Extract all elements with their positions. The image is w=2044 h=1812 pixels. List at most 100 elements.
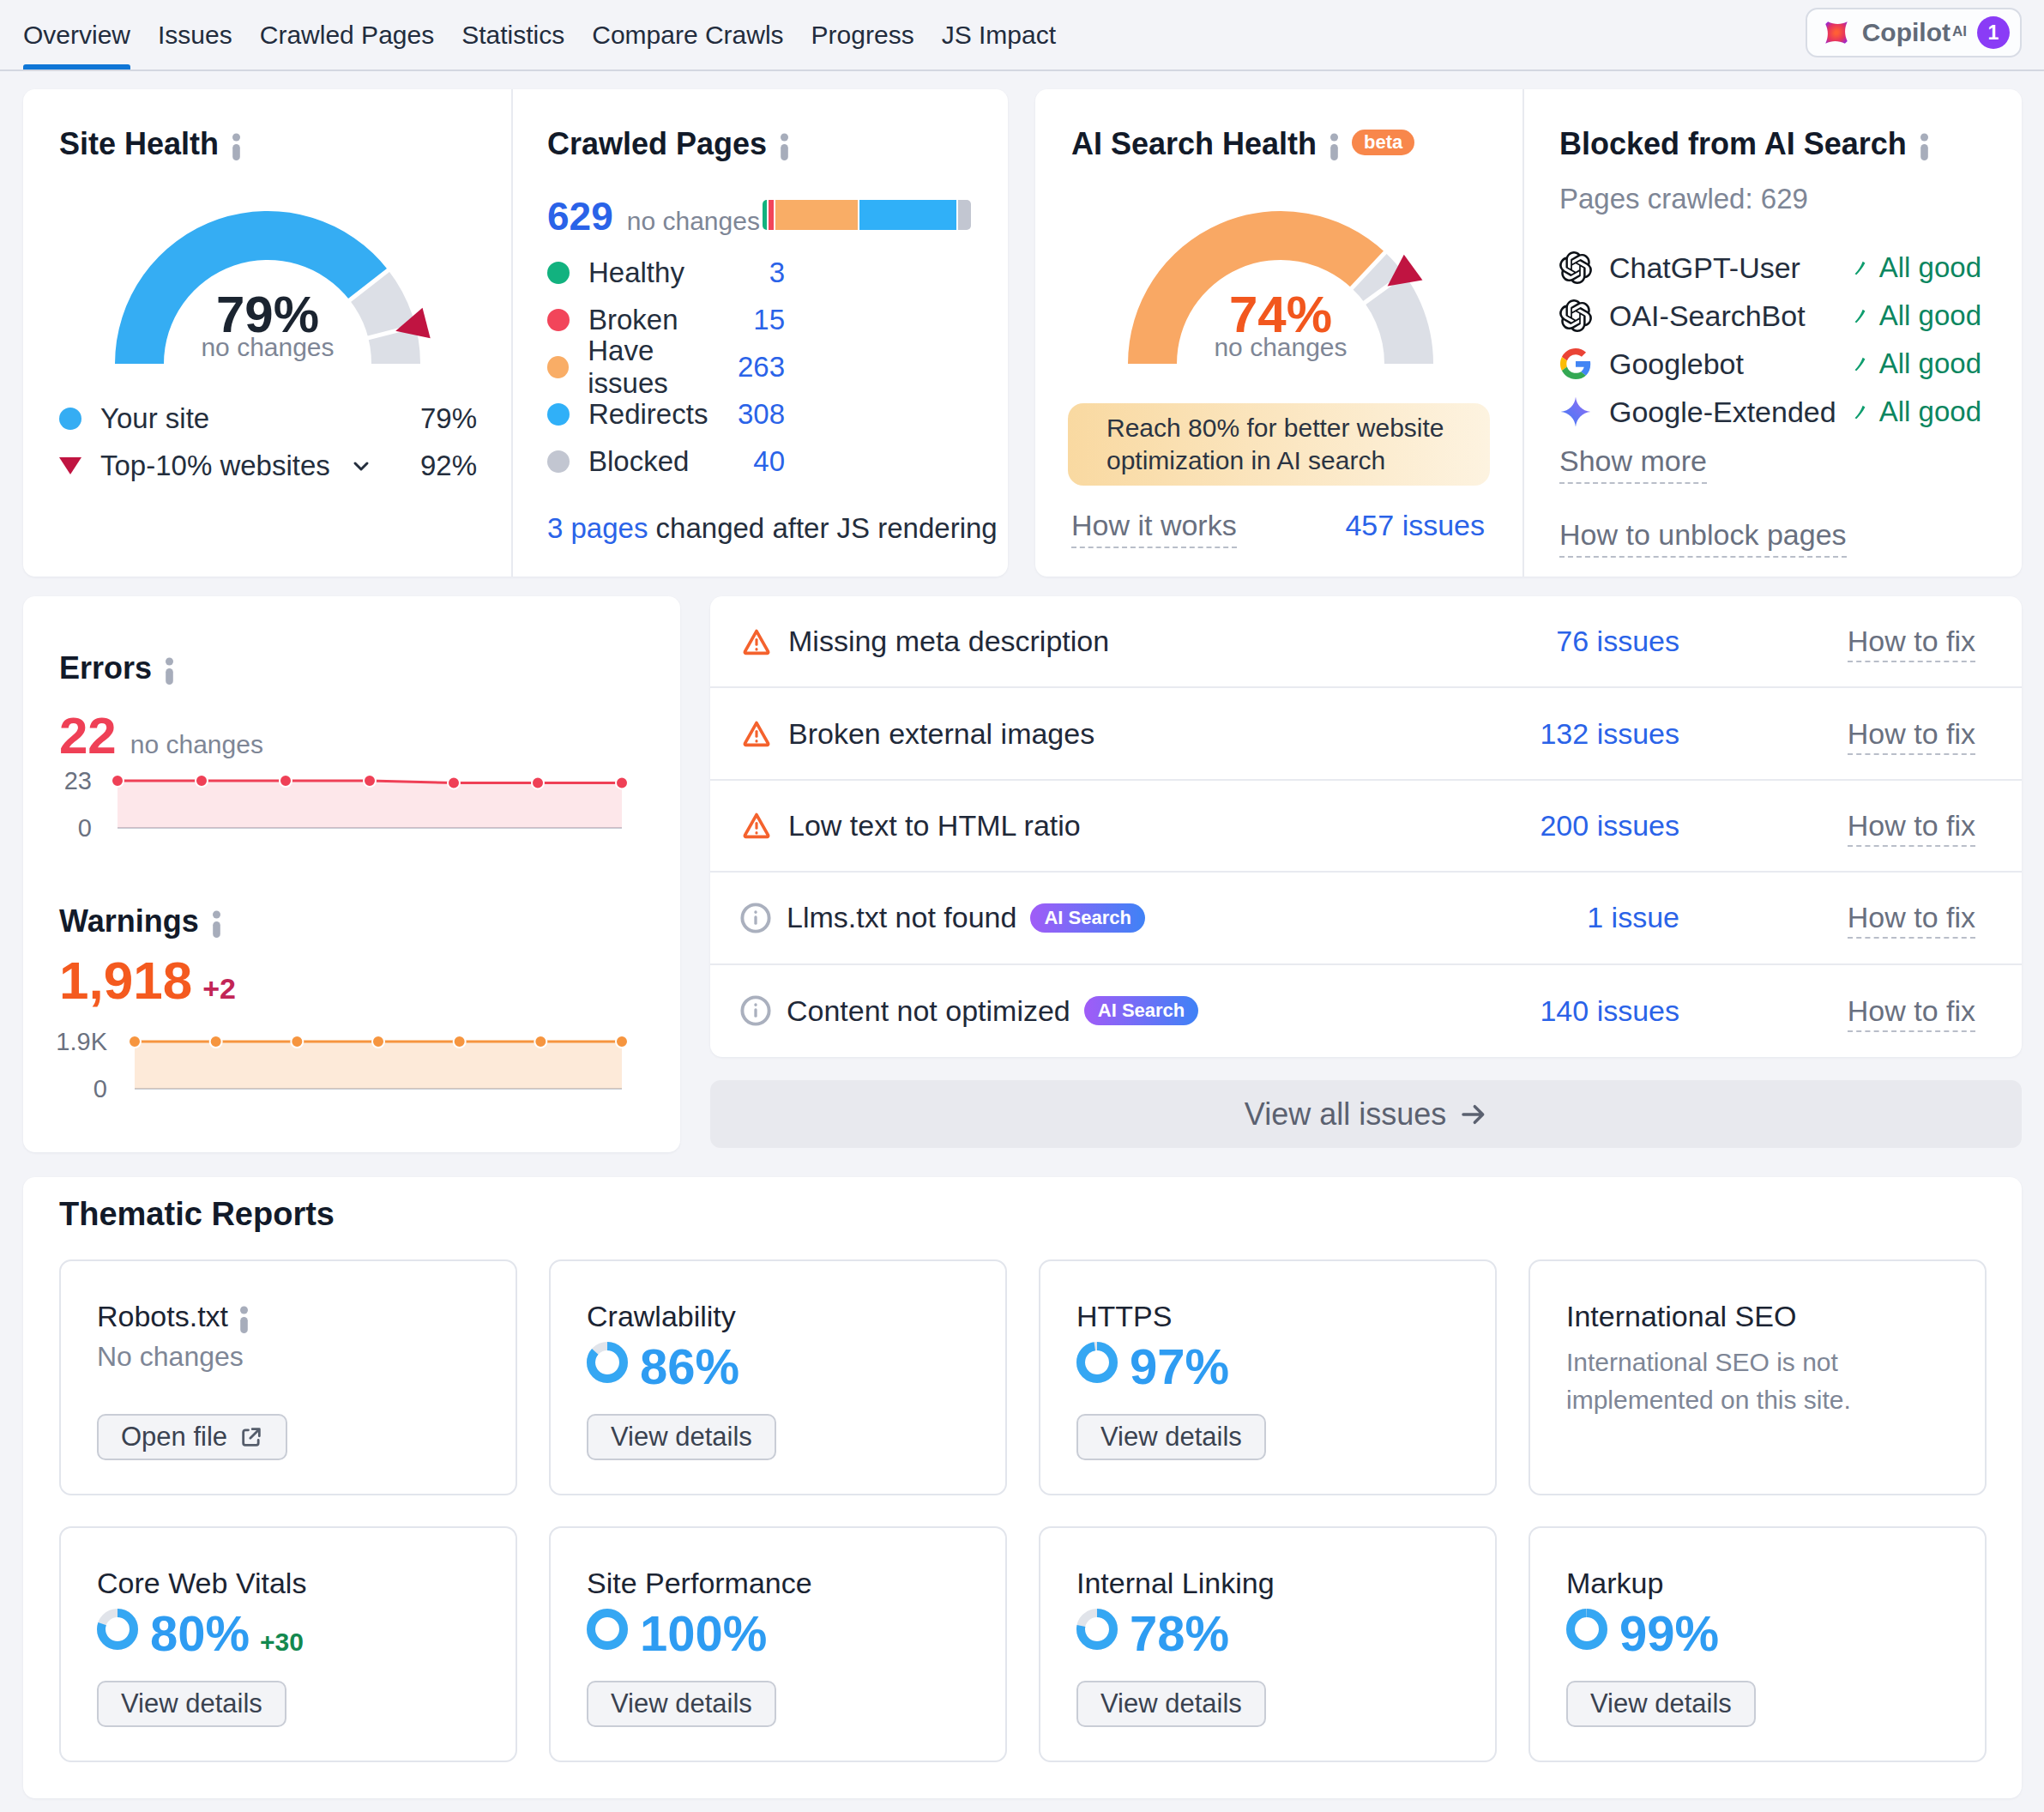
- thematic-reports-card: Thematic Reports Robots.txt No changes O…: [23, 1177, 2022, 1798]
- errors-info-icon[interactable]: [164, 657, 175, 683]
- bot-row-chatgpt-user: ChatGPT-User All good: [1559, 249, 1981, 287]
- tab-crawled-pages[interactable]: Crawled Pages: [260, 0, 434, 69]
- how-to-fix-link[interactable]: How to fix: [1848, 625, 1975, 662]
- blocked-info-icon[interactable]: [1919, 133, 1930, 159]
- report-percent: 86%: [640, 1338, 739, 1395]
- top10-marker-icon: [59, 457, 81, 474]
- open-file-button[interactable]: Open file: [97, 1414, 287, 1460]
- tab-statistics[interactable]: Statistics: [461, 0, 564, 69]
- ai-search-health-title: AI Search Health: [1071, 126, 1317, 162]
- how-to-fix-link[interactable]: How to fix: [1848, 809, 1975, 847]
- copilot-label: CopilotAI: [1862, 18, 1967, 47]
- report-international-seo: International SEO International SEO is n…: [1528, 1259, 1987, 1495]
- how-to-fix-link[interactable]: How to fix: [1848, 994, 1975, 1032]
- bot-status: All good: [1850, 299, 1981, 332]
- crawled-row-blocked: Blocked40: [547, 443, 785, 480]
- intl-seo-note: International SEO is not implemented on …: [1566, 1344, 1952, 1419]
- issue-row[interactable]: Llms.txt not found AI Search 1 issue How…: [710, 873, 2022, 964]
- how-to-fix-link[interactable]: How to fix: [1848, 717, 1975, 755]
- ai-search-card: AI Search Healthbeta 74% no changes Reac…: [1035, 89, 2022, 577]
- issue-count-link[interactable]: 132 issues: [1540, 717, 1679, 751]
- tab-progress[interactable]: Progress: [811, 0, 914, 69]
- unblock-link[interactable]: How to unblock pages: [1559, 518, 1847, 552]
- report-markup: Markup 99% View details: [1528, 1526, 1987, 1762]
- issue-count-link[interactable]: 200 issues: [1540, 809, 1679, 843]
- allowed-icon: [1850, 258, 1869, 277]
- https-donut: [1076, 1342, 1118, 1383]
- warning-icon: [740, 811, 773, 840]
- bar-segment: [769, 200, 774, 230]
- allowed-icon: [1850, 354, 1869, 373]
- errors-count: 22: [59, 706, 117, 765]
- top-issues-card: Missing meta description 76 issues How t…: [710, 596, 2022, 1057]
- legend-top10[interactable]: Top-10% websites 92%: [59, 449, 477, 483]
- allowed-icon: [1850, 306, 1869, 325]
- issue-row[interactable]: Broken external images 132 issues How to…: [710, 688, 2022, 780]
- issue-row[interactable]: Missing meta description 76 issues How t…: [710, 596, 2022, 688]
- view-details-button[interactable]: View details: [1076, 1414, 1266, 1460]
- how-to-fix-link[interactable]: How to fix: [1848, 901, 1975, 939]
- ai-health-info-icon[interactable]: [1329, 133, 1340, 159]
- ai-issues-link[interactable]: 457 issues: [1345, 509, 1485, 542]
- site-health-title: Site Health: [59, 126, 219, 162]
- svg-text:0: 0: [78, 814, 92, 842]
- how-it-works-link[interactable]: How it works: [1071, 509, 1237, 542]
- report-percent: 97%: [1130, 1338, 1229, 1395]
- issue-row[interactable]: Content not optimized AI Search 140 issu…: [710, 965, 2022, 1057]
- bot-row-oai-searchbot: OAI-SearchBot All good: [1559, 297, 1981, 335]
- blocked-ai-title: Blocked from AI Search: [1559, 126, 1907, 162]
- warnings-info-icon[interactable]: [211, 910, 222, 936]
- openai-icon: [1559, 251, 1592, 284]
- robots-info-icon[interactable]: [238, 1306, 250, 1332]
- issue-label: Llms.txt not found: [787, 901, 1016, 934]
- report-title: Site Performance: [587, 1567, 812, 1600]
- view-all-issues-button[interactable]: View all issues: [710, 1080, 2022, 1148]
- crawled-pages-title: Crawled Pages: [547, 126, 767, 162]
- crawled-pages-section: Crawled Pages 629 no changes Healthy3 Br…: [513, 89, 1008, 577]
- view-details-button[interactable]: View details: [587, 1414, 776, 1460]
- beta-badge: beta: [1352, 130, 1414, 155]
- svg-text:1.9K: 1.9K: [56, 1028, 107, 1055]
- ai-health-callout: Reach 80% for better website optimizatio…: [1068, 403, 1490, 486]
- view-details-button[interactable]: View details: [97, 1681, 286, 1727]
- warnings-delta: +2: [202, 972, 236, 1006]
- tab-overview[interactable]: Overview: [23, 0, 130, 69]
- top-navigation: Overview Issues Crawled Pages Statistics…: [0, 0, 2044, 71]
- issue-row[interactable]: Low text to HTML ratio 200 issues How to…: [710, 781, 2022, 873]
- gemini-icon: [1559, 396, 1592, 428]
- issue-label: Missing meta description: [788, 625, 1109, 658]
- bot-status: All good: [1850, 251, 1981, 284]
- view-details-button[interactable]: View details: [1076, 1681, 1266, 1727]
- crawled-total: 629: [547, 193, 613, 239]
- bar-segment: [775, 200, 858, 230]
- site-health-info-icon[interactable]: [231, 133, 242, 159]
- svg-text:23: 23: [64, 767, 92, 794]
- crawlability-donut: [587, 1342, 628, 1383]
- performance-donut: [587, 1609, 628, 1650]
- issue-count-link[interactable]: 1 issue: [1587, 901, 1679, 934]
- report-crawlability: Crawlability 86% View details: [549, 1259, 1007, 1495]
- legend-your-site: Your site 79%: [59, 402, 477, 436]
- view-details-button[interactable]: View details: [587, 1681, 776, 1727]
- copilot-icon: [1821, 17, 1852, 48]
- crawled-pages-info-icon[interactable]: [779, 133, 790, 159]
- copilot-button[interactable]: CopilotAI 1: [1806, 8, 2022, 57]
- markup-donut: [1566, 1609, 1607, 1650]
- your-site-dot: [59, 408, 81, 430]
- tab-js-impact[interactable]: JS Impact: [942, 0, 1056, 69]
- issue-count-link[interactable]: 140 issues: [1540, 994, 1679, 1028]
- report-internal-linking: Internal Linking 78% View details: [1039, 1526, 1497, 1762]
- crawled-row-broken: Broken15: [547, 301, 785, 339]
- warnings-count: 1,918: [59, 950, 192, 1011]
- js-pages-link[interactable]: 3 pages: [547, 512, 648, 544]
- tab-issues[interactable]: Issues: [158, 0, 232, 69]
- report-title: Internal Linking: [1076, 1567, 1275, 1600]
- report-title: Crawlability: [587, 1300, 736, 1333]
- view-details-button[interactable]: View details: [1566, 1681, 1756, 1727]
- arrow-right-icon: [1460, 1101, 1487, 1128]
- errors-warnings-card: Errors 22 no changes 23 0 Warnings 1,918…: [23, 596, 680, 1152]
- tab-compare-crawls[interactable]: Compare Crawls: [592, 0, 783, 69]
- report-percent: 80%: [150, 1604, 250, 1662]
- show-more-link[interactable]: Show more: [1559, 444, 1707, 478]
- issue-count-link[interactable]: 76 issues: [1556, 625, 1679, 658]
